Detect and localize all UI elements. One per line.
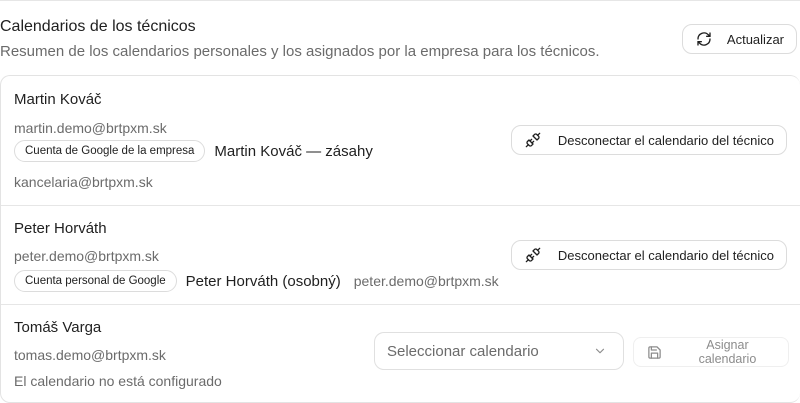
refresh-button-label: Actualizar <box>726 31 784 47</box>
technician-email: peter.demo@brtpxm.sk <box>14 248 159 264</box>
calendar-select[interactable]: Seleccionar calendario <box>374 332 624 370</box>
save-icon <box>646 343 663 361</box>
assign-button-label: Asignar calendario <box>698 338 757 366</box>
calendar-account: kancelaria@brtpxm.sk <box>14 174 153 190</box>
technician-list: Martin Kováč martin.demo@brtpxm.sk Cuent… <box>0 75 800 403</box>
technician-email: martin.demo@brtpxm.sk <box>14 120 167 136</box>
assign-calendar-button[interactable]: Asignar calendario <box>633 337 789 367</box>
disconnect-calendar-button[interactable]: Desconectar el calendario del técnico <box>510 240 787 270</box>
calendar-type-badge: Cuenta personal de Google <box>14 270 177 292</box>
calendar-select-placeholder: Seleccionar calendario <box>387 342 539 360</box>
disconnect-button-label: Desconectar el calendario del técnico <box>557 247 774 263</box>
chevron-down-icon <box>591 342 609 360</box>
technician-name: Tomáš Varga <box>14 319 102 336</box>
calendar-name: Martin Kováč — zásahy <box>214 142 373 160</box>
disconnect-button-label: Desconectar el calendario del técnico <box>557 132 774 148</box>
technician-name: Martin Kováč <box>14 91 102 108</box>
calendar-status: El calendario no está configurado <box>14 373 222 389</box>
page-header: Calendarios de los técnicos Resumen de l… <box>0 18 800 68</box>
calendar-info: Cuenta de Google de la empresa Martin Ko… <box>14 140 373 162</box>
calendar-type-badge: Cuenta de Google de la empresa <box>14 140 206 162</box>
calendar-name: Peter Horváth (osobný) <box>185 272 341 290</box>
refresh-button[interactable]: Actualizar <box>681 24 797 54</box>
unplug-icon <box>524 246 542 264</box>
top-divider <box>0 0 800 1</box>
technician-row: Martin Kováč martin.demo@brtpxm.sk Cuent… <box>1 76 800 206</box>
page-subtitle: Resumen de los calendarios personales y … <box>0 43 600 60</box>
technician-row: Peter Horváth peter.demo@brtpxm.sk Cuent… <box>1 205 800 304</box>
technician-name: Peter Horváth <box>14 220 107 237</box>
disconnect-calendar-button[interactable]: Desconectar el calendario del técnico <box>510 125 787 155</box>
technician-row: Tomáš Varga tomas.demo@brtpxm.sk El cale… <box>1 304 800 402</box>
technician-email: tomas.demo@brtpxm.sk <box>14 347 166 363</box>
calendar-info: Cuenta personal de Google Peter Horváth … <box>14 270 499 292</box>
refresh-icon <box>695 30 713 48</box>
page-title: Calendarios de los técnicos <box>0 18 196 35</box>
calendar-account: peter.demo@brtpxm.sk <box>353 273 499 289</box>
unplug-icon <box>524 131 542 149</box>
